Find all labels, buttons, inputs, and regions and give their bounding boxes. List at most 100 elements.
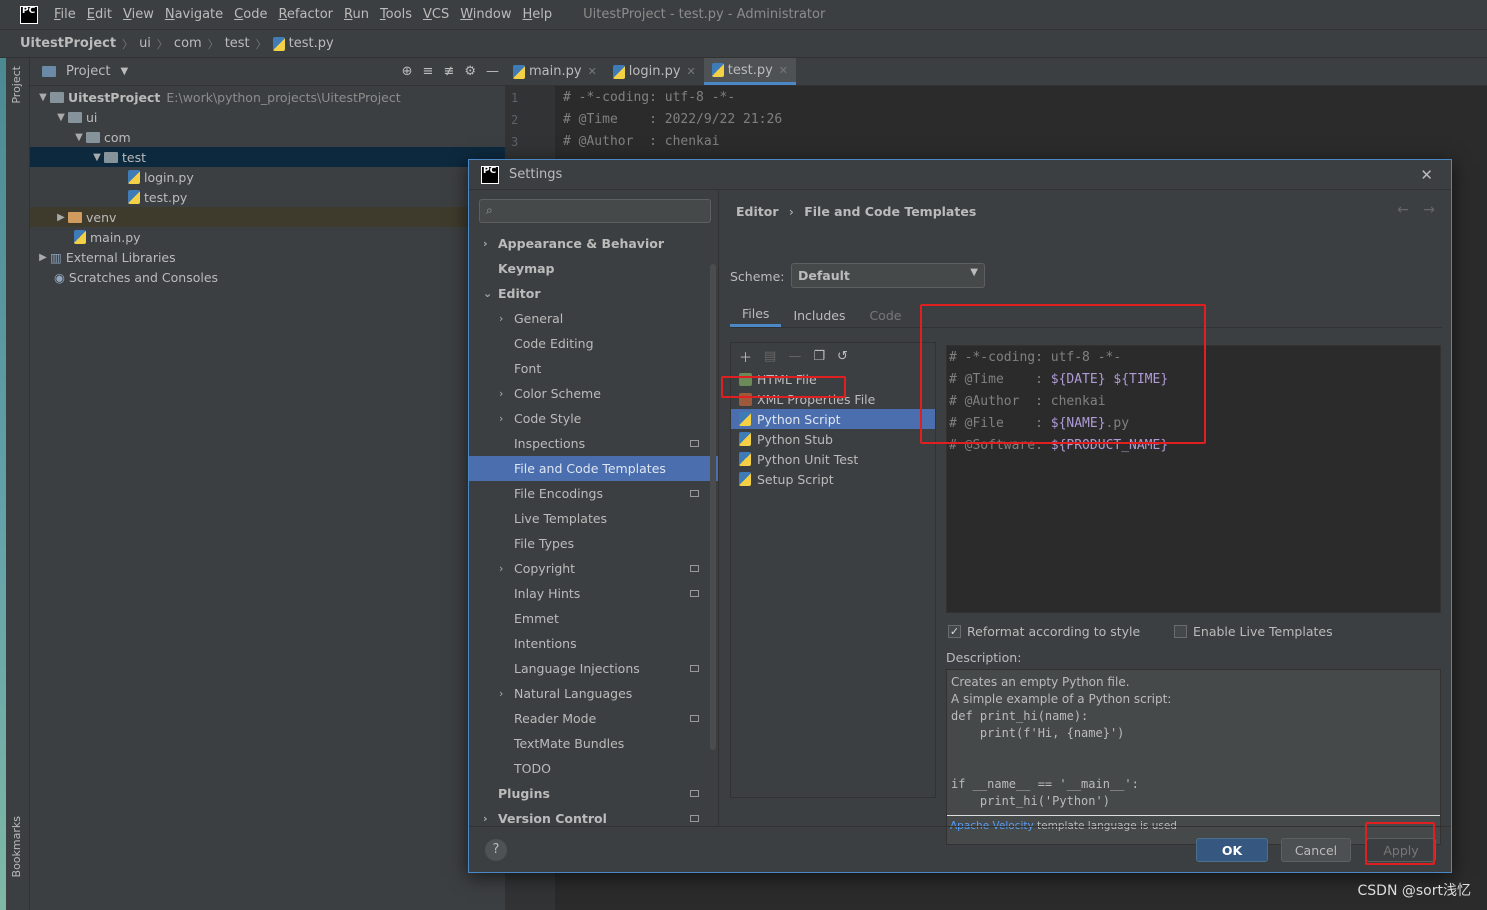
reformat-checkbox[interactable]: ✓ Reformat according to style [948, 624, 1140, 639]
ok-button[interactable]: OK [1196, 838, 1268, 862]
menu-code[interactable]: Code [234, 7, 267, 22]
tree-file-main[interactable]: main.py [30, 227, 505, 247]
nav-code-style[interactable]: › Code Style [469, 406, 709, 431]
menu-tools[interactable]: Tools [380, 7, 412, 22]
apply-button[interactable]: Apply [1366, 838, 1436, 862]
chevron-right-icon[interactable]: › [499, 412, 503, 425]
project-tool-button[interactable]: Project [10, 66, 23, 104]
close-icon[interactable]: ✕ [779, 64, 788, 77]
close-icon[interactable]: ✕ [687, 65, 696, 78]
nav-plugins[interactable]: Plugins [469, 781, 709, 806]
reset-icon[interactable]: ↺ [837, 349, 848, 364]
nav-reader-mode[interactable]: Reader Mode [469, 706, 709, 731]
checkbox-unchecked-icon[interactable] [1174, 625, 1187, 638]
bookmarks-tool-button[interactable]: Bookmarks [10, 816, 23, 877]
nav-file-encodings[interactable]: File Encodings [469, 481, 709, 506]
chevron-right-icon[interactable]: › [483, 237, 488, 250]
editor-tab-test[interactable]: test.py ✕ [703, 58, 797, 85]
template-item-python-unit-test[interactable]: Python Unit Test [731, 449, 935, 469]
copy-icon[interactable]: ❐ [813, 349, 825, 364]
breadcrumb-ui[interactable]: ui [139, 36, 151, 51]
tab-includes[interactable]: Includes [781, 303, 857, 327]
project-panel-title[interactable]: Project [66, 64, 110, 79]
nav-natural-languages[interactable]: › Natural Languages [469, 681, 709, 706]
chevron-down-icon[interactable]: ▼ [54, 112, 68, 123]
nav-editor[interactable]: ⌄ Editor [469, 281, 709, 306]
tree-folder-com[interactable]: ▼ com [30, 127, 505, 147]
editor-tab-login[interactable]: login.py ✕ [605, 58, 704, 85]
tree-root[interactable]: ▼ UitestProject E:\work\python_projects\… [30, 87, 505, 107]
close-icon[interactable]: ✕ [1420, 166, 1433, 184]
nav-emmet[interactable]: Emmet [469, 606, 709, 631]
nav-textmate-bundles[interactable]: TextMate Bundles [469, 731, 709, 756]
chevron-down-icon[interactable]: ▼ [72, 132, 86, 143]
nav-keymap[interactable]: Keymap [469, 256, 709, 281]
chevron-right-icon[interactable]: › [499, 387, 503, 400]
nav-font[interactable]: Font [469, 356, 709, 381]
template-item-setup-script[interactable]: Setup Script [731, 469, 935, 489]
menu-view[interactable]: View [123, 7, 154, 22]
chevron-right-icon[interactable]: › [499, 687, 503, 700]
tree-folder-venv[interactable]: ▶ venv [30, 207, 505, 227]
breadcrumb-com[interactable]: com [174, 36, 202, 51]
chevron-right-icon[interactable]: ▶ [54, 212, 68, 223]
chevron-down-icon[interactable]: ⌄ [483, 287, 492, 300]
nav-code-editing[interactable]: Code Editing [469, 331, 709, 356]
tree-external-libraries[interactable]: ▶ ▥ External Libraries [30, 247, 505, 267]
nav-appearance[interactable]: › Appearance & Behavior [469, 231, 709, 256]
chevron-down-icon[interactable]: ▼ [90, 152, 104, 163]
expand-all-icon[interactable]: ≡ [423, 64, 434, 79]
menu-vcs[interactable]: VCS [423, 7, 449, 22]
menu-window[interactable]: Window [460, 7, 511, 22]
gear-icon[interactable]: ⚙ [464, 64, 476, 79]
nav-general[interactable]: › General [469, 306, 709, 331]
template-item-xml[interactable]: XML Properties File [731, 389, 935, 409]
tree-folder-test[interactable]: ▼ test [30, 147, 505, 167]
add-icon[interactable]: ＋ [739, 347, 752, 366]
nav-scrollbar[interactable] [710, 264, 716, 750]
menu-navigate[interactable]: Navigate [165, 7, 223, 22]
chevron-right-icon[interactable]: ▶ [36, 252, 50, 263]
help-button[interactable]: ? [485, 839, 507, 861]
nav-version-control[interactable]: › Version Control [469, 806, 709, 826]
locate-icon[interactable]: ⊕ [402, 64, 413, 79]
chevron-right-icon[interactable]: › [499, 312, 503, 325]
menu-file[interactable]: File [54, 7, 76, 22]
nav-language-injections[interactable]: Language Injections [469, 656, 709, 681]
editor-tab-main[interactable]: main.py ✕ [505, 58, 605, 85]
cancel-button[interactable]: Cancel [1281, 838, 1351, 862]
nav-file-code-templates[interactable]: File and Code Templates [469, 456, 718, 481]
checkbox-checked-icon[interactable]: ✓ [948, 625, 961, 638]
chevron-right-icon[interactable]: › [499, 562, 503, 575]
collapse-all-icon[interactable]: ≢ [443, 64, 454, 79]
tab-files[interactable]: Files [730, 303, 782, 327]
nav-intentions[interactable]: Intentions [469, 631, 709, 656]
menu-run[interactable]: Run [344, 7, 369, 22]
template-item-html[interactable]: HTML File [731, 369, 935, 389]
forward-arrow-icon[interactable]: → [1423, 202, 1435, 218]
chevron-down-icon[interactable]: ▼ [36, 92, 50, 103]
tree-file-login[interactable]: login.py [30, 167, 505, 187]
hide-icon[interactable]: — [486, 64, 499, 79]
scheme-select[interactable]: Default ▼ [791, 263, 985, 288]
chevron-down-icon[interactable]: ▼ [120, 66, 128, 77]
breadcrumb-project[interactable]: UitestProject [20, 36, 116, 51]
template-text-editor[interactable]: # -*-coding: utf-8 -*- # @Time : ${DATE}… [946, 345, 1441, 613]
nav-todo[interactable]: TODO [469, 756, 709, 781]
create-child-icon[interactable]: ▤ [764, 349, 776, 364]
nav-color-scheme[interactable]: › Color Scheme [469, 381, 709, 406]
nav-file-types[interactable]: File Types [469, 531, 709, 556]
nav-copyright[interactable]: › Copyright [469, 556, 709, 581]
breadcrumb-test[interactable]: test [225, 36, 250, 51]
menu-edit[interactable]: Edit [87, 7, 112, 22]
menu-help[interactable]: Help [523, 7, 553, 22]
chevron-right-icon[interactable]: › [483, 812, 488, 825]
tree-folder-ui[interactable]: ▼ ui [30, 107, 505, 127]
back-arrow-icon[interactable]: ← [1397, 202, 1409, 218]
nav-inspections[interactable]: Inspections [469, 431, 709, 456]
template-item-python-script[interactable]: Python Script [731, 409, 935, 429]
close-icon[interactable]: ✕ [588, 65, 597, 78]
tree-scratches[interactable]: ◉ Scratches and Consoles [30, 267, 505, 287]
breadcrumb-file[interactable]: test.py [289, 36, 334, 51]
settings-search-input[interactable]: ⌕ [479, 199, 711, 223]
